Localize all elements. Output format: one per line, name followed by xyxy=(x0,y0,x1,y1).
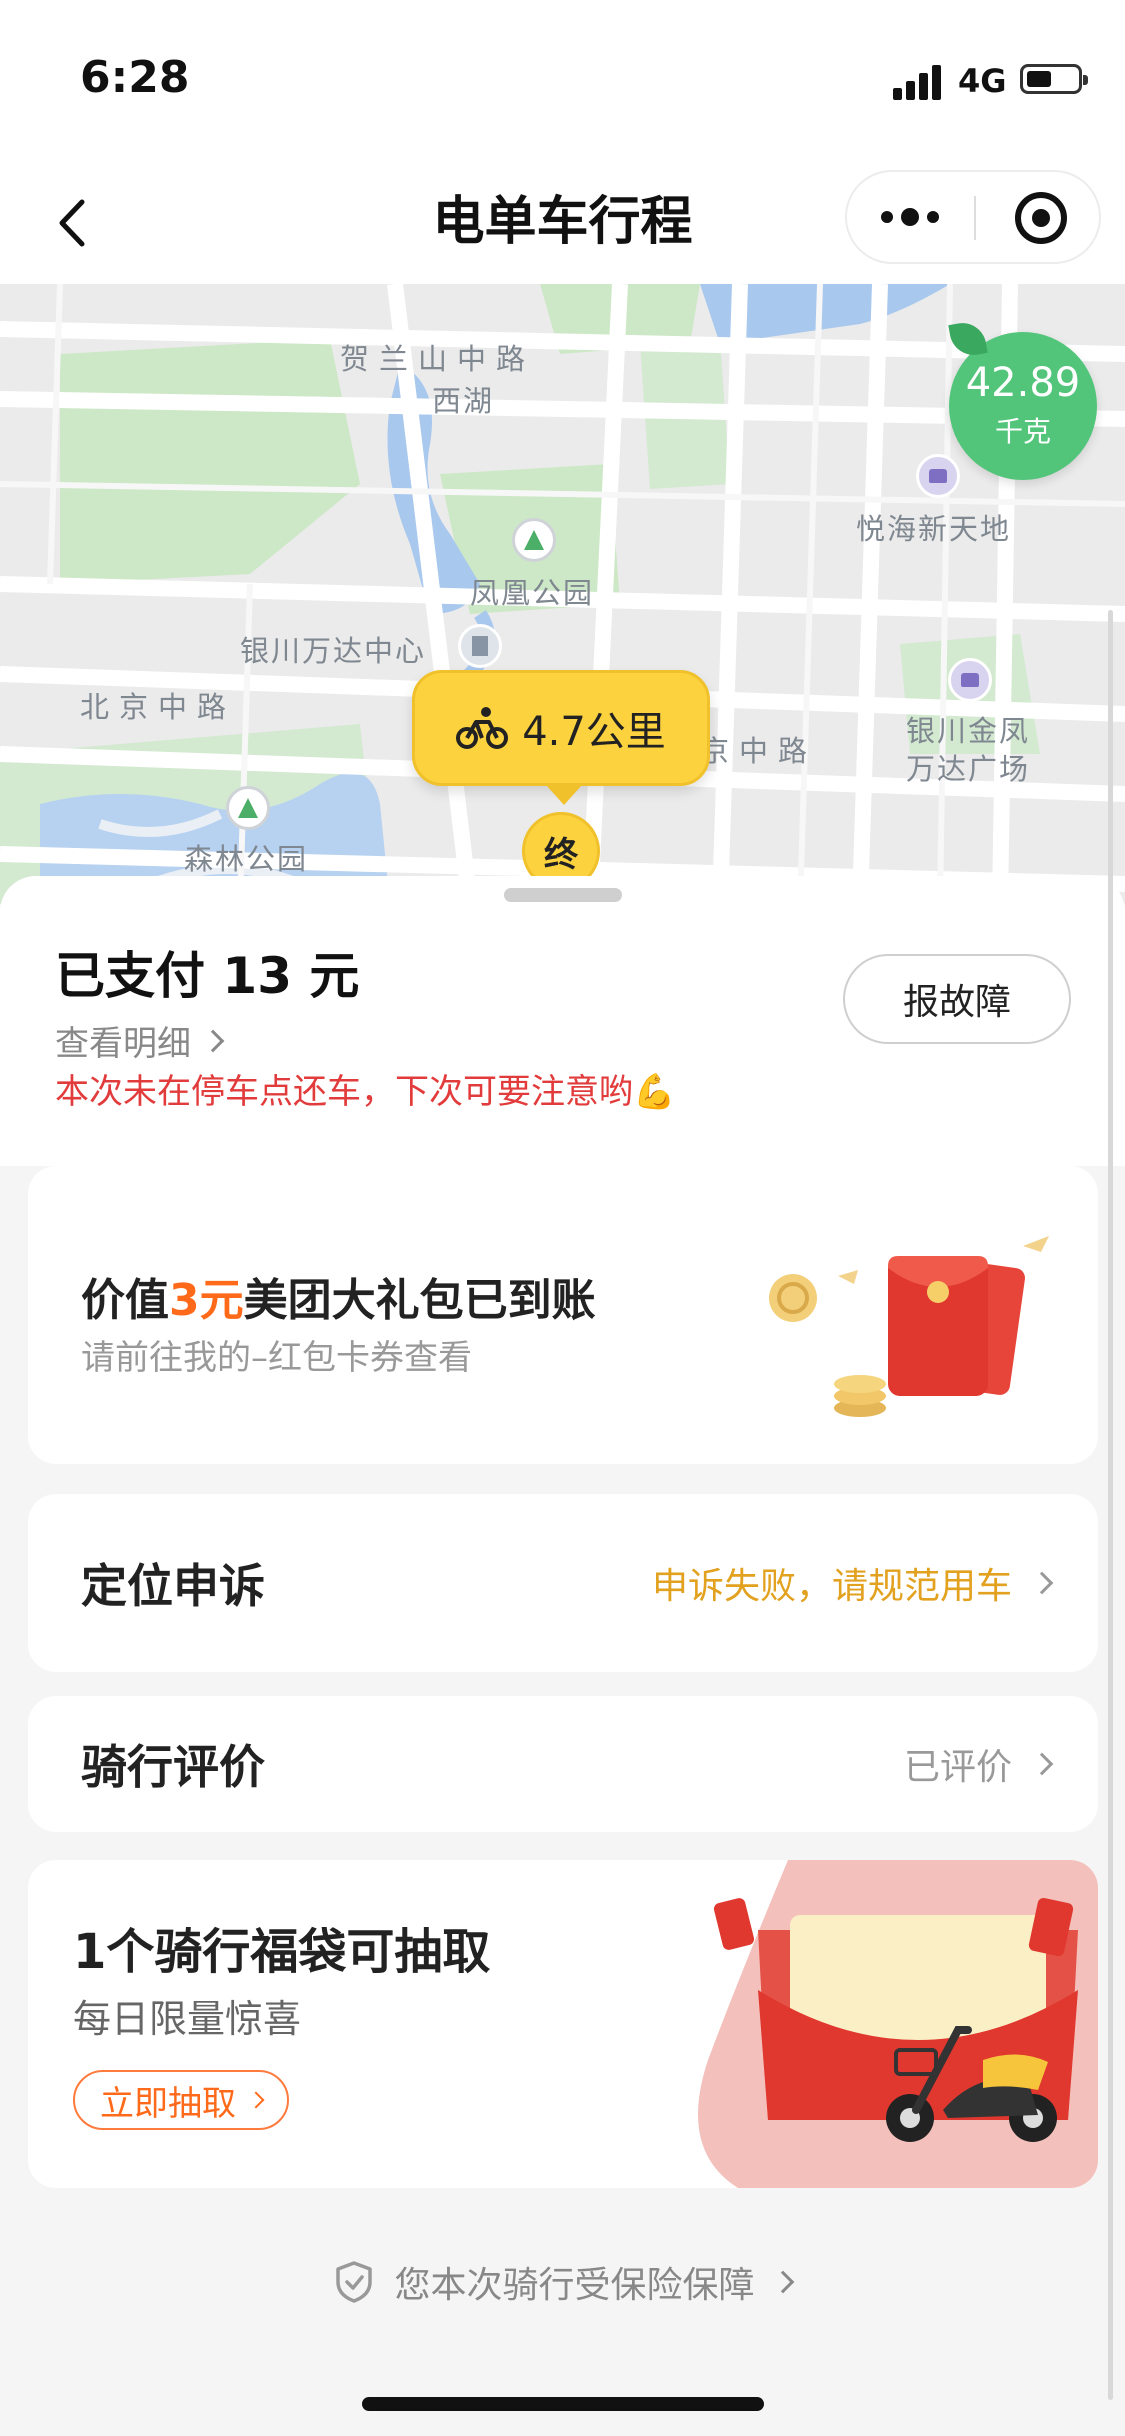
battery-icon xyxy=(1020,64,1088,94)
distance-value: 4.7公里 xyxy=(522,709,666,755)
paid-amount: 已支付 13 元 xyxy=(55,947,360,1005)
parking-warning: 本次未在停车点还车，下次可要注意哟💪 xyxy=(55,1072,676,1112)
appeal-status-text: 申诉失败，请规范用车 xyxy=(651,1566,1012,1607)
map-label-park: 凤凰公园 xyxy=(470,576,595,610)
building-icon xyxy=(458,624,502,668)
carbon-value: 42.89 xyxy=(965,360,1081,406)
map-label-jinfeng-1: 银川金凤 xyxy=(906,714,1031,748)
gift-card[interactable]: 价值3元美团大礼包已到账 请前往我的–红包卡券查看 xyxy=(28,1166,1098,1464)
map-label-lake: 西湖 xyxy=(432,384,495,418)
map-label-beijing-road: 北京中路 xyxy=(80,690,237,724)
capsule-divider xyxy=(974,196,976,240)
map-label-beijing-road-east: 京中路 xyxy=(700,734,818,768)
view-detail-label: 查看明细 xyxy=(55,1024,191,1064)
status-time: 6:28 xyxy=(80,52,190,103)
signal-icon xyxy=(893,64,945,100)
map-label-jinfeng-2: 万达广场 xyxy=(906,752,1031,786)
insurance-link[interactable]: 您本次骑行受保险保障 xyxy=(0,2256,1125,2308)
status-bar: 6:28 4G xyxy=(0,0,1125,160)
nav-bar: 电单车行程 xyxy=(0,160,1125,284)
review-status-text: 已评价 xyxy=(903,1747,1012,1788)
park-icon xyxy=(512,518,556,562)
bike-icon xyxy=(456,706,509,750)
shield-icon xyxy=(334,2260,374,2304)
appeal-title: 定位申诉 xyxy=(81,1559,265,1613)
gift-title: 价值3元美团大礼包已到账 xyxy=(81,1264,596,1328)
gift-title-amount: 3元 xyxy=(169,1275,244,1326)
review-status: 已评价 xyxy=(903,1738,1054,1790)
ride-review-row[interactable]: 骑行评价 已评价 xyxy=(28,1696,1098,1832)
trip-summary: 已支付 13 元 查看明细 本次未在停车点还车，下次可要注意哟💪 报故障 xyxy=(0,876,1125,1166)
draw-now-label: 立即抽取 xyxy=(100,2083,236,2124)
chevron-right-icon xyxy=(247,2091,265,2109)
draw-now-button[interactable]: 立即抽取 xyxy=(73,2070,289,2130)
trip-sheet: 已支付 13 元 查看明细 本次未在停车点还车，下次可要注意哟💪 报故障 价值3… xyxy=(0,876,1125,2436)
mall-icon xyxy=(916,454,960,498)
more-dots-icon[interactable] xyxy=(847,172,973,262)
carbon-unit: 千克 xyxy=(994,415,1051,448)
drag-handle[interactable] xyxy=(504,888,622,902)
park-icon xyxy=(226,786,270,830)
chevron-right-icon xyxy=(771,2270,794,2294)
insurance-text: 您本次骑行受保险保障 xyxy=(394,2265,755,2306)
appeal-status: 申诉失败，请规范用车 xyxy=(651,1557,1054,1609)
lucky-bag-card[interactable]: 1个骑行福袋可抽取 每日限量惊喜 立即抽取 xyxy=(28,1860,1098,2188)
review-title: 骑行评价 xyxy=(81,1740,265,1794)
map-label-forest-park: 森林公园 xyxy=(184,842,309,876)
lucky-bag-subtitle: 每日限量惊喜 xyxy=(73,1997,302,2041)
map-label-wanda-center: 银川万达中心 xyxy=(240,634,427,668)
chevron-right-icon xyxy=(201,1029,225,1052)
location-appeal-row[interactable]: 定位申诉 申诉失败，请规范用车 xyxy=(28,1494,1098,1672)
mall-icon xyxy=(948,658,992,702)
chevron-right-icon xyxy=(1030,1571,1054,1595)
home-indicator[interactable] xyxy=(362,2397,764,2411)
target-circle-icon[interactable] xyxy=(1015,192,1067,244)
chevron-right-icon xyxy=(1030,1752,1054,1776)
scooter-gift-icon xyxy=(698,1860,1098,2188)
lucky-bag-title: 1个骑行福袋可抽取 xyxy=(73,1924,491,1980)
gift-title-suffix: 美团大礼包已到账 xyxy=(243,1275,596,1326)
red-envelope-icon xyxy=(769,1236,1049,1417)
distance-badge: 4.7公里 xyxy=(412,670,710,805)
map-label-road: 贺兰山中路 xyxy=(340,342,536,376)
view-detail-link[interactable]: 查看明细 xyxy=(55,1016,225,1065)
route-map[interactable]: 贺兰山中路 西湖 凤凰公园 银川万达中心 北京中路 京中路 悦海新天地 银川金凤… xyxy=(0,284,1125,904)
mini-program-capsule xyxy=(845,170,1101,264)
scroll-bar[interactable] xyxy=(1108,610,1113,2400)
report-fault-button[interactable]: 报故障 xyxy=(843,954,1071,1044)
map-label-yuehai: 悦海新天地 xyxy=(856,512,1012,546)
network-label: 4G xyxy=(958,62,1007,100)
gift-subtitle: 请前往我的–红包卡券查看 xyxy=(81,1338,472,1378)
gift-title-prefix: 价值 xyxy=(81,1275,169,1326)
